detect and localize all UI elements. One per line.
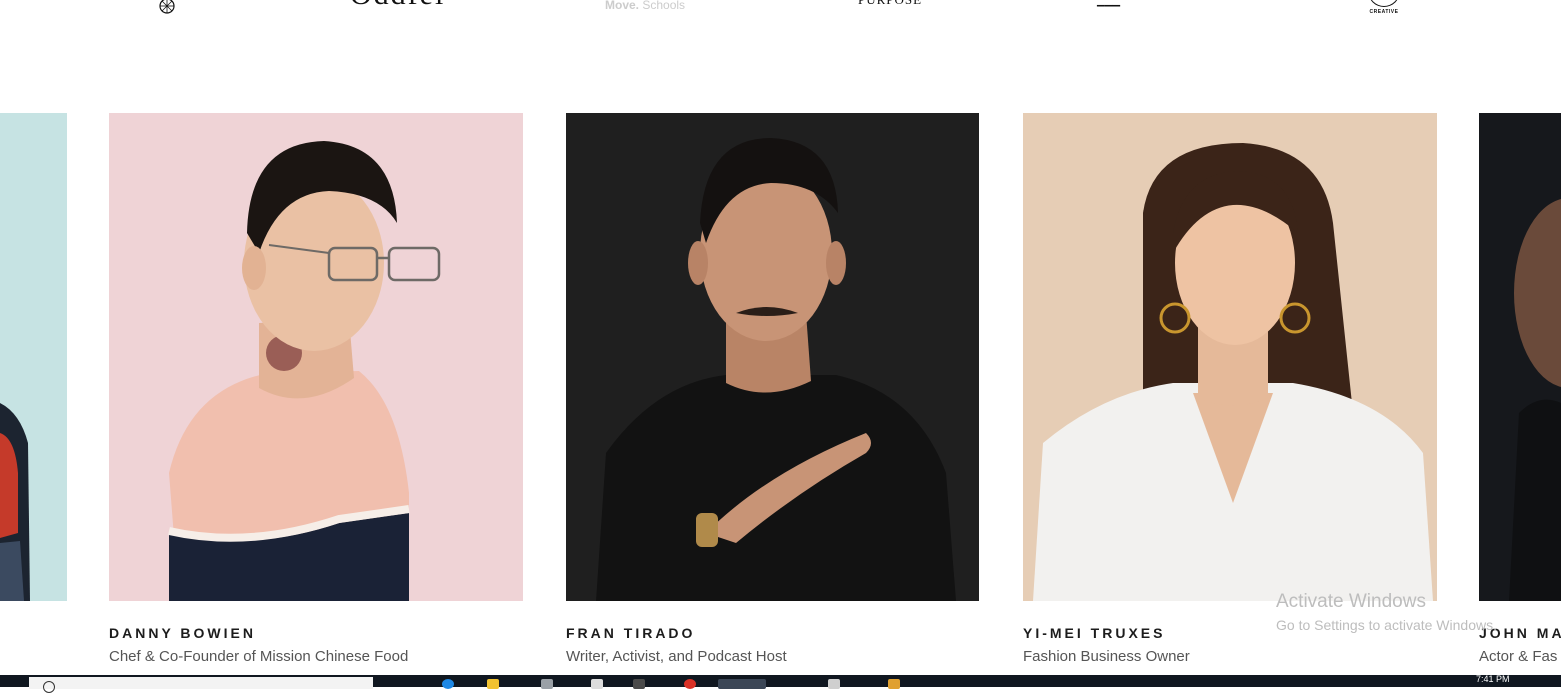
chrome-icon[interactable]: [684, 679, 696, 689]
partner-logo-creative: CREATIVE: [1368, 0, 1400, 15]
search-icon: [43, 681, 55, 693]
edge-icon[interactable]: [442, 679, 454, 689]
person-name[interactable]: DANNY BOWIEN: [109, 625, 256, 641]
file-explorer-icon[interactable]: [487, 679, 499, 689]
partner-logo-move-schools: Move. Schools: [605, 0, 685, 12]
windows-taskbar: 7:41 PM: [0, 674, 1561, 693]
activate-windows-watermark: Activate Windows Go to Settings to activ…: [1276, 591, 1497, 633]
vlc-icon[interactable]: [888, 679, 900, 689]
person-role: Fashion Business Owner: [1023, 648, 1190, 665]
watermark-title: Activate Windows: [1276, 591, 1426, 612]
person-name[interactable]: FRAN TIRADO: [566, 625, 695, 641]
person-role: Actor & Fas: [1479, 648, 1558, 665]
partner-logo-purpose: PURPOSE: [858, 0, 922, 8]
partner-logo-2: Oddfel: [350, 0, 445, 12]
person-name[interactable]: YI-MEI TRUXES: [1023, 625, 1165, 641]
notepad-icon[interactable]: [828, 679, 840, 689]
creative-logo-ring-icon: [1368, 0, 1400, 7]
creative-logo-caption: CREATIVE: [1369, 9, 1399, 15]
active-app-icon[interactable]: [718, 679, 766, 689]
partner-logo-bicycle: [150, 0, 186, 21]
person-role: Writer, Activist, and Podcast Host: [566, 648, 787, 665]
taskbar-search-box[interactable]: [29, 677, 373, 693]
watermark-subtitle: Go to Settings to activate Windows.: [1276, 617, 1497, 633]
mail-icon[interactable]: [591, 679, 603, 689]
person-photo[interactable]: [1479, 113, 1561, 601]
store-icon[interactable]: [541, 679, 553, 689]
logo-schools-text: Schools: [642, 0, 686, 12]
person-photo[interactable]: [0, 113, 67, 601]
person-photo[interactable]: [1023, 113, 1437, 601]
person-photo[interactable]: [109, 113, 523, 601]
person-photo[interactable]: [566, 113, 979, 601]
partner-logo-5: ▁▁▁: [1097, 0, 1121, 7]
taskbar-clock[interactable]: 7:41 PM: [1476, 674, 1510, 684]
logo-move-text: Move.: [605, 0, 640, 12]
person-role: Chef & Co-Founder of Mission Chinese Foo…: [109, 648, 409, 665]
app-icon[interactable]: [633, 679, 645, 689]
